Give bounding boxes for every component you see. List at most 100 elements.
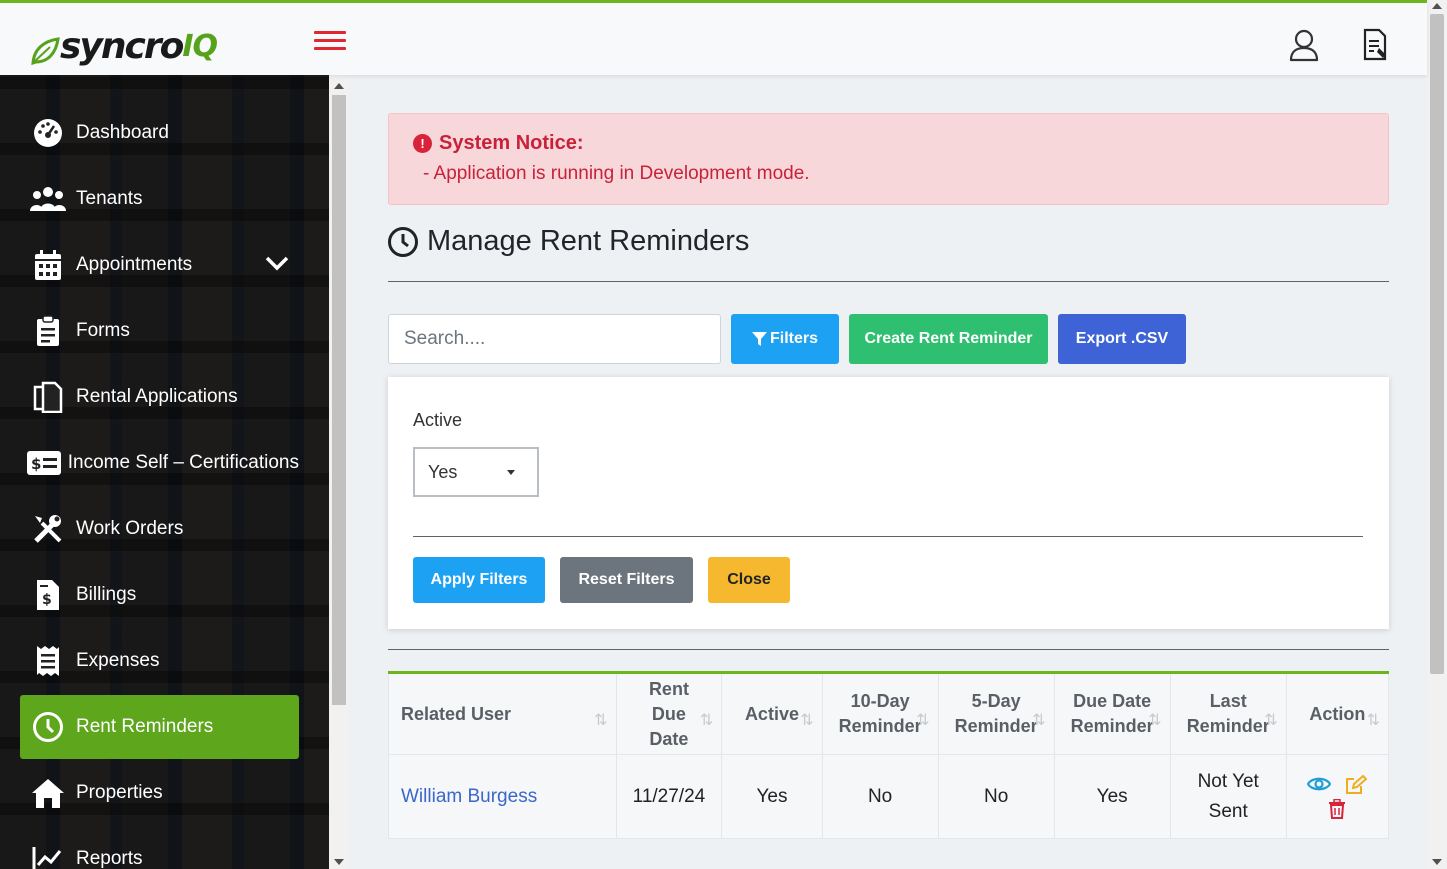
sidebar-scrollbar[interactable] <box>329 75 349 869</box>
invoice-dollar-icon: $ <box>20 579 76 611</box>
scroll-down-icon[interactable] <box>1432 859 1442 865</box>
filter-funnel-icon <box>751 331 767 346</box>
column-header-10-day-reminder[interactable]: 10-Day Reminder ⇅ <box>821 672 939 755</box>
sidebar-item-label: Forms <box>76 320 130 341</box>
logo-suffix: IQ <box>182 29 218 64</box>
column-header-rent-due-date[interactable]: Rent Due Date ⇅ <box>615 672 723 755</box>
main-content: ! System Notice: - Application is runnin… <box>349 75 1427 869</box>
sidebar-item-label: Reports <box>76 848 143 869</box>
action-cell <box>1285 754 1390 839</box>
window-scrollbar[interactable] <box>1427 0 1447 869</box>
column-header-last-reminder[interactable]: Last Reminder ⇅ <box>1169 672 1287 755</box>
divider <box>388 281 1389 282</box>
rent-reminders-table: Related User ⇅ Rent Due Date ⇅ Active ⇅ 10-D… <box>388 671 1390 839</box>
sidebar-item-reports[interactable]: Reports <box>20 827 299 869</box>
sidebar-item-tenants[interactable]: Tenants <box>20 167 299 231</box>
sort-icon[interactable]: ⇅ <box>1148 708 1161 733</box>
column-header-5-day-reminder[interactable]: 5-Day Reminder ⇅ <box>937 672 1055 755</box>
sidebar-item-work-orders[interactable]: Work Orders <box>20 497 299 561</box>
receipt-icon <box>20 645 76 677</box>
column-header-due-date-reminder[interactable]: Due Date Reminder ⇅ <box>1053 672 1171 755</box>
sort-icon[interactable]: ⇅ <box>916 708 929 733</box>
sidebar-item-label: Work Orders <box>76 518 184 539</box>
scrollbar-thumb[interactable] <box>1430 14 1444 674</box>
last-reminder-cell: Not Yet Sent <box>1169 754 1287 839</box>
exclamation-circle-icon: ! <box>413 134 432 153</box>
sidebar: Dashboard Tenants Appointments Forms Ren… <box>0 75 329 869</box>
system-notice-alert: ! System Notice: - Application is runnin… <box>388 113 1389 205</box>
active-filter-select[interactable]: Yes <box>413 447 539 497</box>
column-header-action[interactable]: Action ⇅ <box>1285 672 1390 755</box>
sidebar-item-expenses[interactable]: Expenses <box>20 629 299 693</box>
chart-line-icon <box>20 845 76 869</box>
hamburger-menu-icon[interactable] <box>314 31 346 51</box>
scroll-up-icon[interactable] <box>334 83 344 89</box>
sidebar-item-label: Rental Applications <box>76 386 238 407</box>
sidebar-item-forms[interactable]: Forms <box>20 299 299 363</box>
copy-documents-icon <box>20 381 76 413</box>
sidebar-item-income-certifications[interactable]: $ Income Self – Certifications <box>20 431 299 495</box>
sidebar-item-label: Rent Reminders <box>76 716 214 737</box>
page-title-text: Manage Rent Reminders <box>427 225 750 257</box>
user-profile-icon[interactable] <box>1288 28 1320 62</box>
five-day-reminder-cell: No <box>937 754 1055 839</box>
scroll-up-icon[interactable] <box>1432 3 1442 9</box>
export-csv-button[interactable]: Export .CSV <box>1058 314 1186 364</box>
svg-text:$: $ <box>31 455 41 473</box>
create-rent-reminder-button[interactable]: Create Rent Reminder <box>849 314 1048 364</box>
sort-icon[interactable]: ⇅ <box>1367 708 1380 733</box>
search-input[interactable] <box>388 314 721 364</box>
notice-title: System Notice: <box>439 132 584 154</box>
notice-message: - Application is running in Development … <box>423 163 810 184</box>
sidebar-item-billings[interactable]: $ Billings <box>20 563 299 627</box>
rent-due-date-cell: 11/27/24 <box>615 754 723 839</box>
apply-filters-button[interactable]: Apply Filters <box>413 557 545 603</box>
divider <box>413 536 1363 537</box>
reset-filters-button[interactable]: Reset Filters <box>560 557 693 603</box>
sort-icon[interactable]: ⇅ <box>800 708 813 733</box>
sidebar-item-label: Tenants <box>76 188 143 209</box>
column-header-related-user[interactable]: Related User ⇅ <box>388 672 617 755</box>
sidebar-item-dashboard[interactable]: Dashboard <box>20 101 299 165</box>
active-cell: Yes <box>721 754 823 839</box>
view-eye-icon[interactable] <box>1307 775 1332 795</box>
due-date-reminder-cell: Yes <box>1053 754 1171 839</box>
sidebar-item-properties[interactable]: Properties <box>20 761 299 825</box>
delete-trash-icon[interactable] <box>1328 798 1346 819</box>
active-filter-label: Active <box>413 410 463 430</box>
syncroiq-logo[interactable]: syncro IQ <box>30 21 218 67</box>
close-filters-button[interactable]: Close <box>708 557 790 603</box>
money-card-icon: $ <box>20 450 68 476</box>
tools-icon <box>20 513 76 545</box>
filter-panel: Active Yes Apply Filters Reset Filters C… <box>388 377 1389 629</box>
sort-icon[interactable]: ⇅ <box>1264 708 1277 733</box>
users-icon <box>20 185 76 213</box>
related-user-link[interactable]: William Burgess <box>401 786 537 807</box>
sidebar-item-label: Dashboard <box>76 122 169 143</box>
sort-icon[interactable]: ⇅ <box>700 708 713 733</box>
active-filter-value: Yes <box>428 461 458 482</box>
clipboard-icon <box>20 315 76 347</box>
divider <box>388 649 1389 650</box>
column-header-active[interactable]: Active ⇅ <box>721 672 823 755</box>
scroll-down-icon[interactable] <box>334 859 344 865</box>
sort-icon[interactable]: ⇅ <box>594 708 607 733</box>
sort-icon[interactable]: ⇅ <box>1032 708 1045 733</box>
home-icon <box>20 777 76 809</box>
chevron-down-icon[interactable] <box>265 255 289 271</box>
sidebar-item-label: Billings <box>76 584 137 605</box>
document-notes-icon[interactable] <box>1362 28 1390 62</box>
logo-text: syncro <box>60 26 184 67</box>
sidebar-item-label: Appointments <box>76 254 193 275</box>
edit-pencil-icon[interactable] <box>1345 774 1368 795</box>
sidebar-item-rent-reminders[interactable]: Rent Reminders <box>20 695 299 759</box>
calendar-icon <box>20 249 76 281</box>
scrollbar-thumb[interactable] <box>332 95 346 705</box>
ten-day-reminder-cell: No <box>821 754 939 839</box>
clock-icon <box>388 226 418 257</box>
filters-button[interactable]: Filters <box>731 314 839 364</box>
sidebar-item-label: Income Self – Certifications <box>67 452 299 473</box>
caret-down-icon <box>507 470 515 475</box>
sidebar-item-rental-applications[interactable]: Rental Applications <box>20 365 299 429</box>
sidebar-item-appointments[interactable]: Appointments <box>20 233 299 297</box>
